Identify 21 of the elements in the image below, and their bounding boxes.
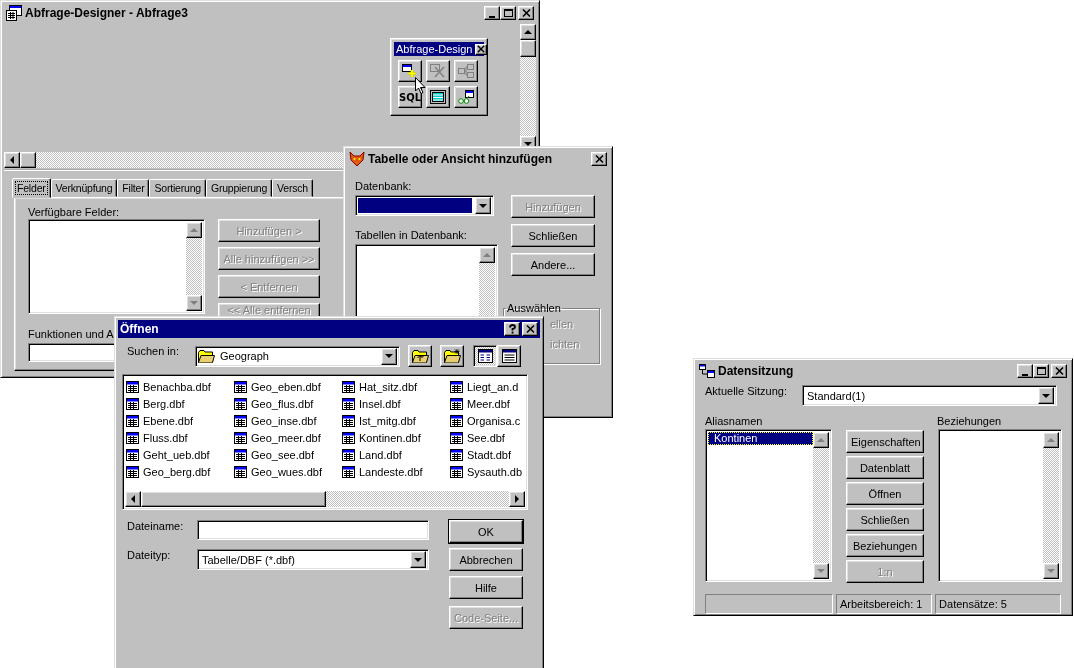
field-label: Datenbank: <box>355 180 412 192</box>
field-label: Funktionen und A <box>28 328 114 340</box>
field-label: Tabellen in Datenbank: <box>355 229 467 241</box>
selected-value: Tabelle/DBF (*.dbf) <box>201 553 296 566</box>
selected-value: Standard(1) <box>806 389 867 402</box>
window-title: Tabelle oder Ansicht hinzufügen <box>368 152 553 166</box>
status-panel: Arbeitsbereich: 1 <box>835 594 933 614</box>
window-title: Abfrage-Design <box>396 43 473 55</box>
field-label: Verfügbare Felder: <box>28 206 120 218</box>
window-title: Abfrage-Designer - Abfrage3 <box>25 6 189 20</box>
field-label: Aliasnamen <box>705 415 764 427</box>
window-title: Datensitzung <box>718 364 795 378</box>
group-title: Auswählen <box>506 302 562 314</box>
field-label: Dateiname: <box>127 520 185 532</box>
status-panel: Datensätze: 5 <box>935 594 1061 614</box>
field-label: Beziehungen <box>937 415 1002 427</box>
selected-value: Geograph <box>219 350 270 362</box>
field-label: Aktuelle Sitzung: <box>705 385 788 397</box>
field-label: Dateityp: <box>127 549 172 561</box>
window-title: Öffnen <box>120 322 160 336</box>
field-label: Suchen in: <box>127 345 180 357</box>
